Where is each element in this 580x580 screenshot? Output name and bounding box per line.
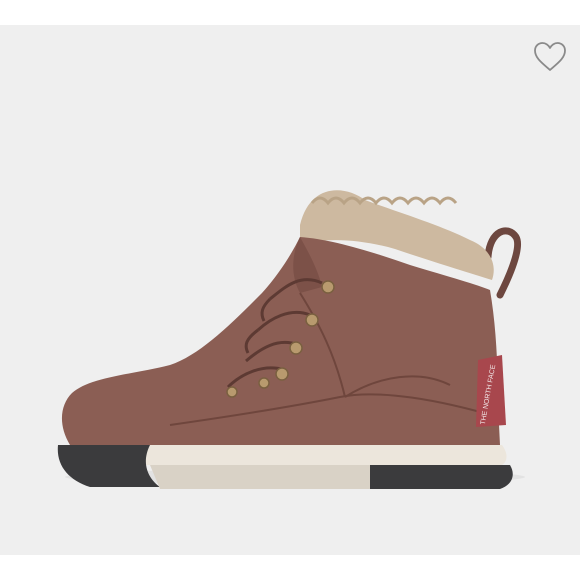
product-image[interactable]: THE NORTH FACE xyxy=(0,25,580,555)
heel-outsole xyxy=(360,465,513,489)
favorite-button[interactable]: Add to favorites xyxy=(530,37,570,77)
mid-outsole xyxy=(150,465,370,489)
heart-outline-icon xyxy=(534,42,566,71)
toe-outsole xyxy=(57,445,160,487)
product-card: THE NORTH FACE xyxy=(0,0,580,580)
boot-upper xyxy=(61,237,501,445)
product-image-panel: THE NORTH FACE xyxy=(0,25,580,555)
